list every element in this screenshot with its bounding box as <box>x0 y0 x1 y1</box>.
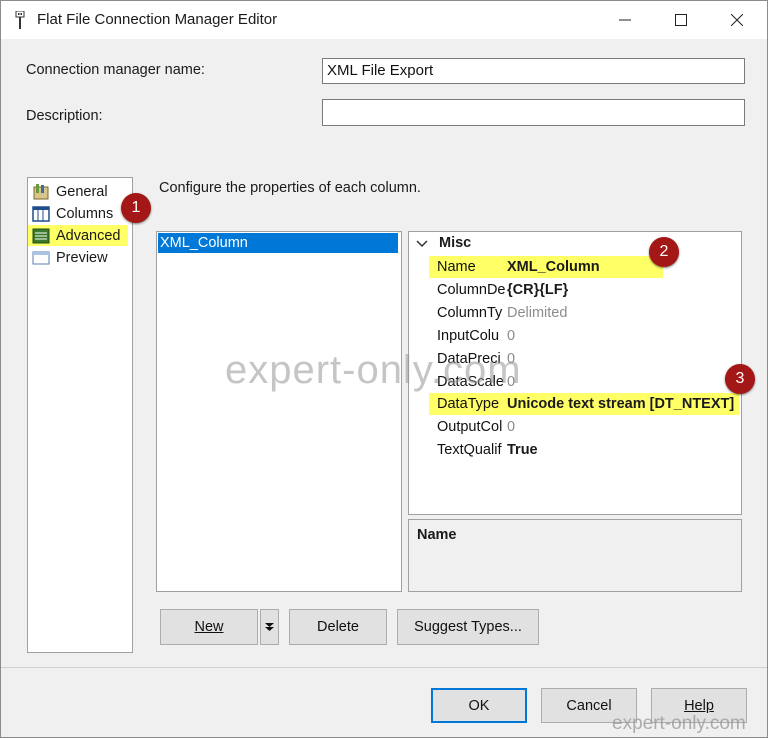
footer-separator <box>1 667 767 668</box>
instruction-text: Configure the properties of each column. <box>159 180 421 196</box>
minimize-button[interactable] <box>597 1 653 39</box>
column-list[interactable]: XML_Column <box>156 231 402 592</box>
general-icon <box>33 183 49 199</box>
prop-value: Unicode text stream [DT_NTEXT] <box>507 396 735 412</box>
nav-label-preview: Preview <box>56 249 108 266</box>
connection-name-label: Connection manager name: <box>26 62 205 78</box>
prop-value: True <box>507 442 538 458</box>
maximize-icon <box>675 14 687 26</box>
new-dropdown-button[interactable] <box>260 609 279 645</box>
connection-icon <box>15 11 25 29</box>
connection-name-input[interactable]: XML File Export <box>322 58 745 84</box>
annotation-badge-3: 3 <box>725 364 755 394</box>
nav-label-columns: Columns <box>56 205 114 222</box>
delete-button[interactable]: Delete <box>289 609 387 645</box>
prop-value: XML_Column <box>507 259 600 275</box>
prop-row-input-column-width[interactable]: InputColu 0 <box>437 325 739 347</box>
nav-item-columns[interactable]: Columns <box>32 203 113 224</box>
prop-name: OutputCol <box>437 419 503 435</box>
description-input[interactable] <box>322 99 745 126</box>
new-button-label: New <box>194 619 224 635</box>
help-button-label: Help <box>684 697 714 714</box>
prop-value: 0 <box>507 419 516 435</box>
new-button[interactable]: New <box>160 609 258 645</box>
window-title: Flat File Connection Manager Editor <box>37 11 278 28</box>
nav-item-preview[interactable]: Preview <box>32 247 108 268</box>
property-description-panel: Name <box>408 519 742 592</box>
description-label: Description: <box>26 108 103 124</box>
minimize-icon <box>619 19 631 21</box>
prop-row-column-type[interactable]: ColumnTy Delimited <box>437 302 739 324</box>
prop-row-output-column-width[interactable]: OutputCol 0 <box>437 416 739 438</box>
preview-icon <box>32 251 50 264</box>
delete-button-label: Delete <box>317 619 359 635</box>
dialog-window: Flat File Connection Manager Editor Conn… <box>0 0 768 738</box>
annotation-badge-1: 1 <box>121 193 151 223</box>
nav-label-advanced: Advanced <box>56 227 121 244</box>
prop-name: Name <box>437 259 476 275</box>
property-description-title: Name <box>417 527 457 543</box>
prop-name: ColumnDe <box>437 282 506 298</box>
close-icon <box>731 14 743 26</box>
prop-row-name[interactable]: Name XML_Column <box>429 256 663 278</box>
prop-name: TextQualif <box>437 442 502 458</box>
cancel-button-label: Cancel <box>566 697 612 714</box>
nav-label-general: General <box>56 183 108 200</box>
suggest-types-button[interactable]: Suggest Types... <box>397 609 539 645</box>
title-bar: Flat File Connection Manager Editor <box>1 1 767 39</box>
prop-row-text-qualified[interactable]: TextQualif True <box>437 439 739 461</box>
prop-name: ColumnTy <box>437 305 503 321</box>
suggest-types-button-label: Suggest Types... <box>414 619 522 635</box>
nav-item-advanced[interactable]: Advanced <box>28 225 128 246</box>
collapse-chevron-icon[interactable] <box>416 239 428 249</box>
prop-value: {CR}{LF} <box>507 282 569 298</box>
close-button[interactable] <box>709 1 765 39</box>
ok-button[interactable]: OK <box>431 688 527 723</box>
annotation-badge-2: 2 <box>649 237 679 267</box>
nav-item-general[interactable]: General <box>32 181 108 202</box>
page-navigation: General Columns Advanced Preview <box>27 177 133 653</box>
watermark-text: expert-only.com <box>225 348 522 392</box>
category-misc: Misc <box>439 235 472 251</box>
columns-icon <box>32 205 50 222</box>
prop-row-data-type[interactable]: DataType Unicode text stream [DT_NTEXT] <box>429 393 739 415</box>
prop-value: 0 <box>507 328 516 344</box>
ok-button-label: OK <box>468 697 490 714</box>
maximize-button[interactable] <box>653 1 709 39</box>
advanced-icon <box>32 228 50 243</box>
prop-row-column-delimiter[interactable]: ColumnDe {CR}{LF} <box>437 279 739 301</box>
prop-value: Delimited <box>507 305 568 321</box>
double-chevron-down-icon <box>265 623 274 631</box>
prop-name: DataType <box>437 396 500 412</box>
prop-name: InputColu <box>437 328 500 344</box>
list-item[interactable]: XML_Column <box>158 233 398 253</box>
corner-watermark: expert-only.com <box>612 713 746 734</box>
